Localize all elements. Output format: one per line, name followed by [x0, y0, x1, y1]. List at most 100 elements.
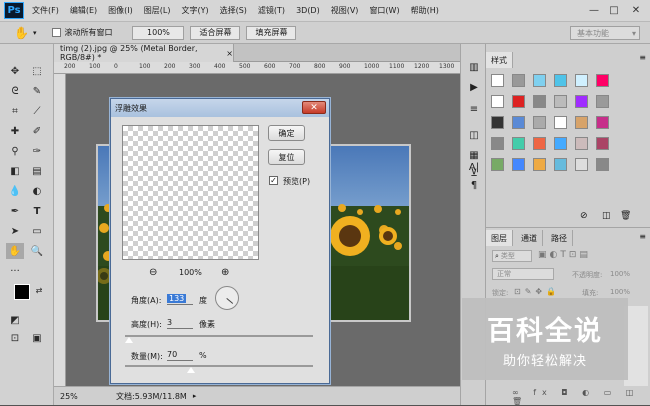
style-swatch[interactable] [533, 95, 546, 108]
zoom-tool-icon[interactable]: 🔍 [28, 243, 46, 259]
adjustments-icon[interactable]: ◫ [466, 128, 482, 142]
swap-colors-icon[interactable]: ⇄ [30, 282, 48, 298]
layer-footer-icons[interactable]: ∞ fx ◘ ◐ ▭ ◫ 🗑 [512, 388, 650, 406]
close-window-button[interactable]: ✕ [628, 3, 644, 17]
screen-mode-icon[interactable]: ▣ [28, 330, 46, 346]
more-tools-icon[interactable]: ··· [6, 263, 24, 279]
hand-tool-icon[interactable]: ✋ [14, 26, 29, 40]
lock-icons[interactable]: ⊡✎✥🔒 [514, 287, 560, 296]
properties-icon[interactable]: ≡ [466, 102, 482, 116]
dialog-title-bar[interactable]: 浮雕效果 [111, 99, 329, 117]
angle-dial[interactable] [215, 286, 239, 310]
style-swatch[interactable] [512, 137, 525, 150]
fill-screen-button[interactable]: 填充屏幕 [246, 25, 297, 40]
menu-edit[interactable]: 编辑(E) [70, 5, 97, 16]
clone-stamp-icon[interactable]: ⚲ [6, 143, 24, 159]
type-tool-icon[interactable]: T [28, 203, 46, 219]
style-swatch[interactable] [575, 158, 588, 171]
history-icon[interactable]: ▥ [466, 60, 482, 74]
trash-icon[interactable]: 🗑 [620, 211, 631, 221]
marquee-tool-icon[interactable]: ⬚ [28, 63, 46, 79]
healing-brush-icon[interactable]: ✚ [6, 123, 24, 139]
panel-menu-icon[interactable]: ≡ [639, 232, 646, 241]
scroll-all-checkbox[interactable] [52, 28, 62, 37]
chevron-down-icon[interactable]: ▾ [33, 29, 37, 37]
tab-styles[interactable]: 样式 [486, 52, 513, 68]
move-tool-icon[interactable]: ✥ [6, 63, 24, 79]
layer-kind-filter[interactable]: ⌕ 类型 [492, 250, 532, 262]
menu-window[interactable]: 窗口(W) [369, 5, 399, 16]
actions-play-icon[interactable]: ▶ [466, 80, 482, 94]
preview-checkbox[interactable]: ✓ [269, 176, 278, 185]
style-swatch[interactable] [575, 137, 588, 150]
style-swatch[interactable] [533, 74, 546, 87]
style-swatch[interactable] [596, 74, 609, 87]
tab-paths[interactable]: 路径 [546, 230, 573, 246]
pen-tool-icon[interactable]: ✒ [6, 203, 24, 219]
height-slider-track[interactable] [125, 335, 313, 337]
style-swatch[interactable] [596, 158, 609, 171]
document-tab[interactable]: timg (2).jpg @ 25% (Metal Border, RGB/8#… [54, 44, 234, 62]
style-swatch[interactable] [491, 158, 504, 171]
height-field[interactable]: 3 [167, 317, 193, 329]
style-swatch[interactable] [533, 137, 546, 150]
style-swatch[interactable] [596, 116, 609, 129]
style-swatch[interactable] [512, 95, 525, 108]
dialog-close-button[interactable]: ✕ [302, 101, 326, 114]
style-swatch[interactable] [512, 158, 525, 171]
history-brush-icon[interactable]: ✑ [28, 143, 46, 159]
status-zoom[interactable]: 25% [60, 392, 96, 401]
zoom-out-icon[interactable]: ⊖ [149, 267, 157, 278]
tab-layers[interactable]: 图层 [486, 230, 513, 246]
paragraph-icon[interactable]: ¶ [466, 178, 482, 192]
style-swatch[interactable] [596, 137, 609, 150]
style-swatch[interactable] [575, 74, 588, 87]
fill-value[interactable]: 100% [610, 288, 630, 296]
menu-file[interactable]: 文件(F) [32, 5, 59, 16]
zoom-in-icon[interactable]: ⊕ [221, 267, 229, 278]
gradient-tool-icon[interactable]: ▤ [28, 163, 46, 179]
style-swatch[interactable] [554, 74, 567, 87]
style-swatch[interactable] [512, 74, 525, 87]
maximize-button[interactable]: □ [606, 3, 622, 17]
character-icon[interactable]: A| [466, 160, 482, 174]
menu-layer[interactable]: 图层(L) [144, 5, 171, 16]
height-slider-thumb[interactable] [124, 337, 133, 343]
preview-area[interactable] [122, 125, 259, 260]
quick-select-tool-icon[interactable]: ✎ [28, 83, 46, 99]
zoom-100-button[interactable]: 100% [132, 25, 185, 40]
foreground-color-swatch[interactable] [14, 284, 30, 300]
style-swatch[interactable] [554, 158, 567, 171]
amount-field[interactable]: 70 [167, 349, 193, 361]
menu-filter[interactable]: 滤镜(T) [258, 5, 285, 16]
blur-tool-icon[interactable]: 💧 [6, 183, 24, 199]
hand-tool-icon[interactable]: ✋ [6, 243, 24, 259]
style-swatch[interactable] [491, 95, 504, 108]
quick-mask-icon[interactable]: ⊡ [6, 330, 24, 346]
ok-button[interactable]: 确定 [268, 125, 305, 141]
menu-image[interactable]: 图像(I) [108, 5, 133, 16]
menu-3d[interactable]: 3D(D) [296, 6, 320, 15]
style-swatch[interactable] [491, 116, 504, 129]
menu-help[interactable]: 帮助(H) [411, 5, 439, 16]
style-swatch[interactable] [575, 116, 588, 129]
lasso-tool-icon[interactable]: ᘓ [6, 83, 24, 99]
workspace-select[interactable]: 基本功能 ▾ [570, 26, 640, 40]
eyedropper-tool-icon[interactable]: ⟋ [28, 103, 46, 119]
fit-screen-button[interactable]: 适合屏幕 [190, 25, 241, 40]
amount-slider-thumb[interactable] [186, 367, 195, 373]
tab-channels[interactable]: 通道 [516, 230, 543, 246]
reset-button[interactable]: 复位 [268, 149, 305, 165]
eraser-tool-icon[interactable]: ◧ [6, 163, 24, 179]
brush-tool-icon[interactable]: ✐ [28, 123, 46, 139]
style-swatch[interactable] [533, 158, 546, 171]
style-swatch[interactable] [554, 95, 567, 108]
style-swatch[interactable] [596, 95, 609, 108]
style-swatch[interactable] [491, 137, 504, 150]
style-swatch[interactable] [533, 116, 546, 129]
rectangle-tool-icon[interactable]: ▭ [28, 223, 46, 239]
path-select-icon[interactable]: ➤ [6, 223, 24, 239]
angle-field[interactable]: 133 [167, 293, 193, 305]
close-tab-icon[interactable]: × [226, 49, 233, 58]
dodge-tool-icon[interactable]: ◐ [28, 183, 46, 199]
